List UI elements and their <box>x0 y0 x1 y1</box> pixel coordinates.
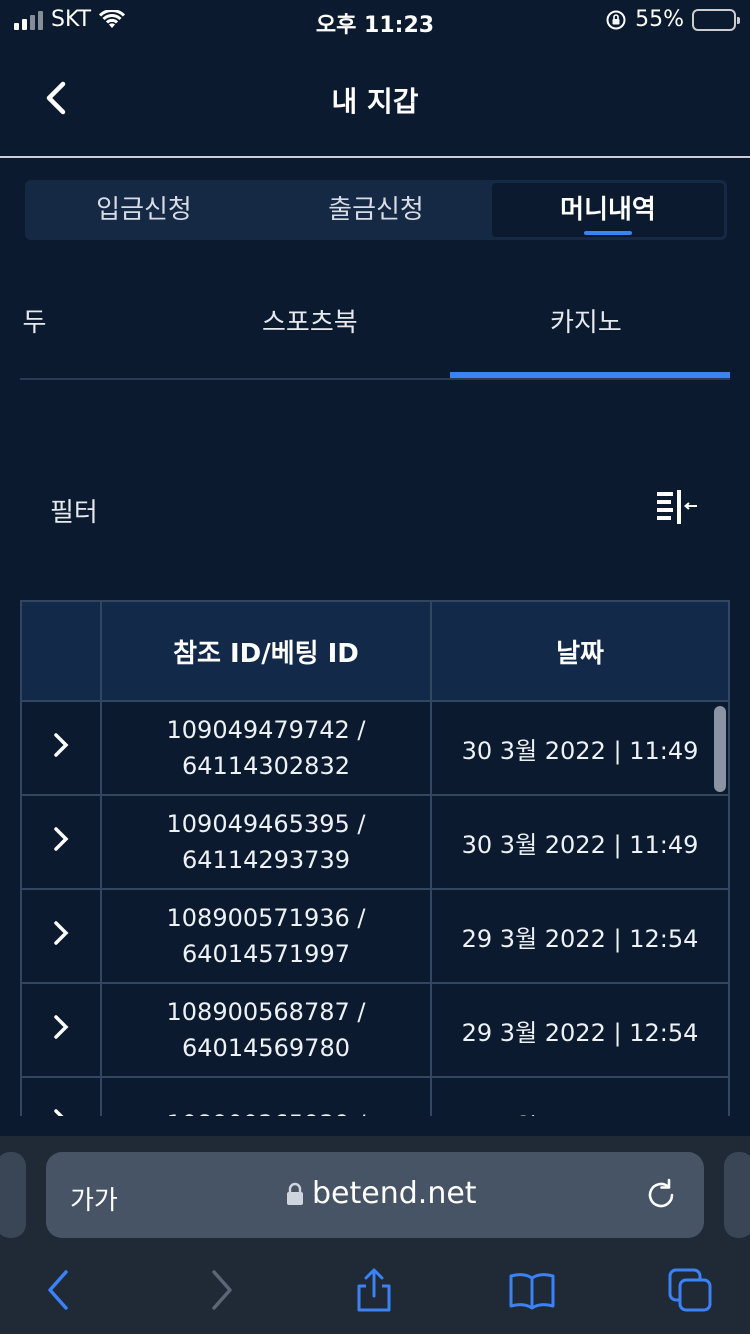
text-size-button[interactable]: 가가 <box>70 1180 118 1217</box>
reference-cell: 108900568787 / 64014569780 <box>100 982 432 1078</box>
chevron-right-icon <box>54 921 69 945</box>
battery-icon <box>692 8 740 31</box>
bet-id: 64114293739 <box>182 846 350 874</box>
tab-sportsbook[interactable]: 스포츠북 <box>262 302 358 339</box>
page-title: 내 지갑 <box>331 85 419 118</box>
tab-all[interactable]: 2두 <box>20 302 46 339</box>
table-row[interactable]: 108900568787 / 64014569780 29 3월 2022 | 1… <box>20 982 730 1078</box>
active-tab-indicator <box>450 372 730 378</box>
reference-id: 108900571936 / <box>166 904 366 932</box>
row-expand-button[interactable] <box>20 982 102 1078</box>
status-right: 55% <box>605 7 740 32</box>
browser-forward-icon[interactable] <box>196 1266 244 1314</box>
next-tab-peek[interactable] <box>724 1152 750 1238</box>
money-history-table: 참조 ID/베팅 ID 날짜 109049479742 / 64114302832… <box>20 600 730 1116</box>
table-row[interactable]: 109049465395 / 64114293739 30 3월 2022 | 1… <box>20 794 730 890</box>
reference-id: 109049465395 / <box>166 810 366 838</box>
row-expand-button[interactable] <box>20 700 102 796</box>
bet-id: 64114302832 <box>182 752 350 780</box>
rotation-lock-icon <box>606 10 626 29</box>
reference-cell: 109049465395 / 64114293739 <box>100 794 432 890</box>
previous-tab-peek[interactable] <box>0 1152 26 1238</box>
tab-casino[interactable]: 카지노 <box>550 302 622 339</box>
reference-id: 109049479742 / <box>166 716 366 744</box>
table-row[interactable]: 108900571936 / 64014571997 29 3월 2022 | 1… <box>20 888 730 984</box>
table-header-row: 참조 ID/베팅 ID 날짜 <box>20 600 730 702</box>
table-row[interactable]: 109049479742 / 64114302832 30 3월 2022 | 1… <box>20 700 730 796</box>
wallet-segmented-control: 입금신청 출금신청 머니내역 <box>25 180 727 240</box>
battery-percent: 55% <box>635 7 684 32</box>
bookmarks-icon[interactable] <box>508 1266 556 1314</box>
reference-cell: 109049479742 / 64114302832 <box>100 700 432 796</box>
chevron-right-icon <box>54 1109 64 1116</box>
address-bar[interactable]: 가가 betend.net <box>46 1152 704 1238</box>
reference-cell: 108900571936 / 64014571997 <box>100 888 432 984</box>
date-cell: 29 3월 2022 | 12:54 <box>430 982 730 1078</box>
chevron-right-icon <box>54 733 69 757</box>
page-header: 내 지갑 <box>0 40 750 158</box>
segment-deposit-request[interactable]: 입금신청 <box>28 183 260 237</box>
browser-toolbar: 가가 betend.net <box>0 1136 750 1334</box>
header-reference-id: 참조 ID/베팅 ID <box>100 600 432 702</box>
header-expand <box>20 600 102 702</box>
browser-back-icon[interactable] <box>36 1266 84 1314</box>
reference-id: 108900365939 / <box>102 1106 430 1116</box>
domain-text: betend.net <box>312 1176 477 1211</box>
lock-icon <box>287 1182 303 1205</box>
bet-id: 64014569780 <box>182 1034 350 1062</box>
date-cell: 29 3월 2022 | 12:51 <box>430 1076 730 1116</box>
row-expand-button[interactable] <box>20 888 102 984</box>
chevron-right-icon <box>54 1015 69 1039</box>
tabs-icon[interactable] <box>666 1266 714 1314</box>
date-cell: 30 3월 2022 | 11:49 <box>430 700 730 796</box>
segment-money-history[interactable]: 머니내역 <box>492 183 724 237</box>
bet-id: 64014571997 <box>182 940 350 968</box>
table-row[interactable]: 108900365939 / 29 3월 2022 | 12:51 <box>20 1076 730 1116</box>
reference-cell: 108900365939 / <box>100 1076 432 1116</box>
share-icon[interactable] <box>350 1266 398 1314</box>
table-scrollbar[interactable] <box>714 706 726 792</box>
status-bar: SKT 오후 11:23 55% <box>0 0 750 40</box>
reload-icon[interactable] <box>644 1178 678 1212</box>
segment-withdraw-request[interactable]: 출금신청 <box>260 183 492 237</box>
reference-id: 108900568787 / <box>166 998 366 1026</box>
chevron-right-icon <box>54 827 69 851</box>
row-expand-button[interactable] <box>20 1076 102 1116</box>
category-tabs: 2두 스포츠북 카지노 <box>20 280 730 380</box>
filter-collapse-icon[interactable] <box>655 488 699 528</box>
date-cell: 30 3월 2022 | 11:49 <box>430 794 730 890</box>
filter-label[interactable]: 필터 <box>50 492 98 529</box>
date-cell: 29 3월 2022 | 12:54 <box>430 888 730 984</box>
header-date: 날짜 <box>430 600 730 702</box>
browser-nav-toolbar <box>0 1266 750 1316</box>
row-expand-button[interactable] <box>20 794 102 890</box>
url-display[interactable]: betend.net <box>286 1176 477 1211</box>
